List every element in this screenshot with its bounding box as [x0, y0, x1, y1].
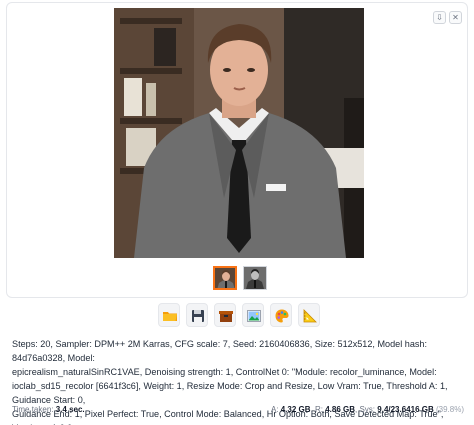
vram-a-value: 4.32 GB	[280, 405, 311, 414]
sys-value: 9.4/23.6416 GB	[377, 405, 434, 414]
download-icon[interactable]: ⇩	[433, 11, 446, 24]
save-button[interactable]	[186, 303, 208, 327]
vram-r-label: , R:	[310, 405, 323, 414]
vram-a-label: A:	[270, 405, 279, 414]
main-generated-image[interactable]	[114, 8, 364, 258]
image-gallery-panel: ⇩ ✕	[6, 2, 468, 298]
performance-footer: Time taken: 3.4 sec. A: 4.32 GB, R: 4.86…	[12, 405, 464, 417]
time-taken-value: 3.4 sec.	[55, 405, 85, 414]
time-taken-label: Time taken:	[12, 405, 54, 414]
thumbnail-1[interactable]	[213, 266, 237, 290]
ruler-icon	[303, 309, 317, 323]
sys-percent: (39.8%)	[435, 405, 464, 414]
save-icon	[192, 310, 204, 322]
sys-label: , Sys:	[355, 405, 376, 414]
send-to-inpaint-button[interactable]	[270, 303, 292, 327]
generation-info-line: Steps: 20, Sampler: DPM++ 2M Karras, CFG…	[12, 339, 428, 363]
time-taken: Time taken: 3.4 sec.	[12, 405, 85, 414]
send-to-extras-button[interactable]	[298, 303, 320, 327]
generation-info-line: ioclab_sd15_recolor [6641f3c6], Weight: …	[12, 381, 448, 405]
vram-r-value: 4.86 GB	[325, 405, 356, 414]
generation-info-line: epicrealism_naturalSinRC1VAE, Denoising …	[12, 367, 437, 377]
folder-icon	[163, 312, 177, 321]
archive-icon	[219, 311, 233, 322]
palette-icon	[275, 309, 289, 323]
zip-button[interactable]	[214, 303, 236, 327]
send-to-img2img-button[interactable]	[242, 303, 264, 327]
memory-usage: A: 4.32 GB, R: 4.86 GB, Sys: 9.4/23.6416…	[271, 405, 464, 414]
close-icon[interactable]: ✕	[449, 11, 462, 24]
open-folder-button[interactable]	[158, 303, 180, 327]
image-icon	[247, 310, 261, 322]
thumbnail-2[interactable]	[243, 266, 267, 290]
